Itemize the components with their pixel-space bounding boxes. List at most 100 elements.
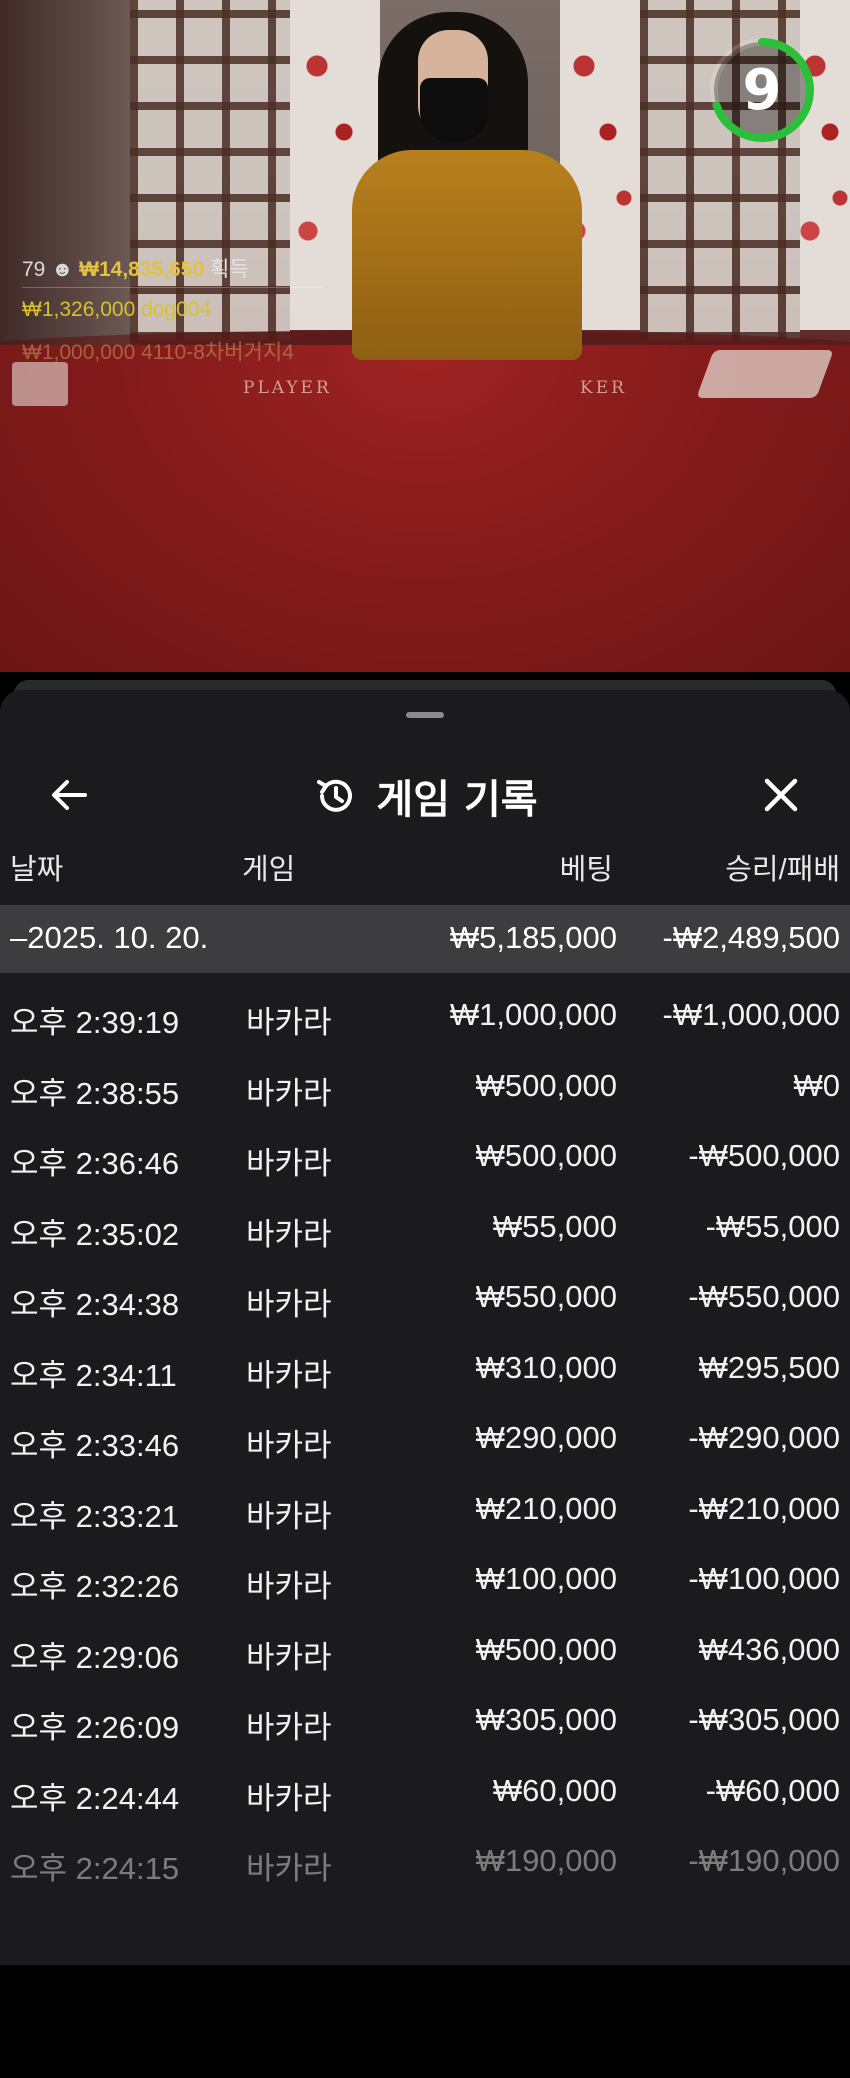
table-row[interactable]: 오후 2:33:46 바카라 ₩290,000 -₩290,000	[0, 1398, 850, 1469]
row-result: -₩550,000	[688, 1279, 840, 1314]
row-time: 오후 2:34:11	[10, 1357, 177, 1393]
table-row[interactable]: 오후 2:34:11 바카라 ₩310,000 ₩295,500	[0, 1328, 850, 1399]
row-bet: ₩1,000,000	[449, 997, 617, 1032]
row-bet: ₩550,000	[475, 1279, 617, 1314]
row-time: 오후 2:38:55	[10, 1075, 180, 1111]
row-game: 바카라	[246, 1075, 332, 1111]
table-row[interactable]: 오후 2:35:02 바카라 ₩55,000 -₩55,000	[0, 1187, 850, 1258]
row-time: 오후 2:24:44	[10, 1780, 180, 1816]
table-label-player: PLAYER	[243, 378, 332, 398]
row-result: ₩0	[793, 1067, 841, 1103]
row-result: -₩190,000	[688, 1843, 840, 1878]
table-row[interactable]: 오후 2:39:19 바카라 ₩1,000,000 -₩1,000,000	[0, 975, 850, 1046]
close-icon	[764, 778, 798, 812]
row-bet: ₩100,000	[475, 1561, 617, 1596]
table-row[interactable]: 오후 2:26:09 바카라 ₩305,000 -₩305,000	[0, 1680, 850, 1751]
won-label: 획득	[209, 258, 249, 281]
table-row[interactable]: 오후 2:36:46 바카라 ₩500,000 -₩500,000	[0, 1116, 850, 1187]
row-bet: ₩500,000	[475, 1067, 617, 1103]
column-header-game: 게임	[242, 854, 296, 886]
game-history-sheet: 게임 기록 날짜 게임 베팅 승리/패배 –2025. 10. 20. ₩5,1…	[0, 690, 850, 1965]
table-label-banker: KER	[580, 378, 627, 398]
row-result: -₩210,000	[688, 1490, 840, 1526]
bottom-safe-area	[0, 1965, 850, 2078]
row-result: -₩290,000	[688, 1420, 840, 1455]
row-game: 바카라	[246, 1710, 332, 1745]
person-icon: ☻	[51, 258, 74, 281]
ticker-divider	[22, 287, 322, 288]
row-time: 오후 2:33:46	[10, 1428, 180, 1463]
column-header-bet: 베팅	[559, 854, 613, 886]
row-game: 바카라	[246, 1287, 332, 1322]
row-result: -₩55,000	[705, 1208, 840, 1244]
row-bet: ₩190,000	[475, 1843, 617, 1878]
table-row[interactable]: 오후 2:29:06 바카라 ₩500,000 ₩436,000	[0, 1610, 850, 1681]
row-result: ₩436,000	[698, 1631, 840, 1667]
row-time: 오후 2:36:46	[10, 1146, 180, 1181]
row-game: 바카라	[246, 1428, 332, 1463]
row-bet: ₩60,000	[492, 1772, 617, 1808]
table-row[interactable]: 오후 2:38:55 바카라 ₩500,000 ₩0	[0, 1046, 850, 1117]
column-header-result: 승리/패배	[725, 854, 840, 886]
row-time: 오후 2:33:21	[10, 1498, 180, 1534]
card-shoe	[696, 350, 834, 398]
summary-bet-total: ₩5,185,000	[449, 920, 617, 955]
table-row[interactable]: 오후 2:33:21 바카라 ₩210,000 -₩210,000	[0, 1469, 850, 1540]
drag-handle[interactable]	[406, 712, 444, 718]
row-time: 오후 2:39:19	[10, 1005, 180, 1040]
table-row[interactable]: 오후 2:24:44 바카라 ₩60,000 -₩60,000	[0, 1751, 850, 1822]
row-time: 오후 2:34:38	[10, 1287, 180, 1322]
row-bet: ₩55,000	[492, 1208, 617, 1244]
row-result: -₩305,000	[688, 1702, 840, 1737]
summary-result-total: -₩2,489,500	[662, 920, 841, 955]
dealer-mask	[420, 78, 488, 142]
column-header-date: 날짜	[10, 854, 64, 886]
row-game: 바카라	[246, 1005, 332, 1040]
winner-entry: ₩1,000,000 4110-8차버거지4	[22, 341, 294, 364]
row-game: 바카라	[246, 1216, 332, 1252]
summary-date: –2025. 10. 20.	[10, 920, 209, 955]
winner-entry: ₩1,326,000 dog004	[22, 298, 212, 321]
row-game: 바카라	[246, 1851, 332, 1886]
row-bet: ₩500,000	[475, 1631, 617, 1667]
total-won-amount: ₩14,835,650	[79, 258, 205, 281]
close-button[interactable]	[756, 770, 806, 820]
row-time: 오후 2:35:02	[10, 1216, 180, 1252]
row-result: -₩60,000	[705, 1772, 840, 1808]
row-bet: ₩500,000	[475, 1138, 617, 1173]
row-time: 오후 2:29:06	[10, 1639, 180, 1675]
row-result: -₩500,000	[688, 1138, 840, 1173]
sheet-title-group: 게임 기록	[0, 766, 850, 826]
history-icon	[317, 779, 353, 812]
live-video-stream: PLAYER KER 79 ☻ ₩14,835,650 획득 ₩1,326,00…	[0, 0, 850, 672]
row-game: 바카라	[246, 1639, 332, 1675]
table-row[interactable]: 오후 2:32:26 바카라 ₩100,000 -₩100,000	[0, 1539, 850, 1610]
row-time: 오후 2:24:15	[10, 1851, 180, 1886]
table-header: 날짜 게임 베팅 승리/패배	[0, 840, 850, 890]
winner-count: 79	[22, 258, 46, 281]
row-game: 바카라	[246, 1357, 332, 1393]
history-list: 오후 2:39:19 바카라 ₩1,000,000 -₩1,000,000 오후 2:…	[0, 975, 850, 1892]
row-time: 오후 2:26:09	[10, 1710, 180, 1745]
table-row[interactable]: 오후 2:34:38 바카라 ₩550,000 -₩550,000	[0, 1257, 850, 1328]
row-game: 바카라	[246, 1146, 332, 1181]
row-game: 바카라	[246, 1569, 332, 1604]
decorative-lattice-screen	[130, 0, 290, 340]
dealer	[352, 150, 582, 360]
row-game: 바카라	[246, 1780, 332, 1816]
row-bet: ₩305,000	[475, 1702, 617, 1737]
row-result: -₩100,000	[688, 1561, 840, 1596]
card-tray	[12, 362, 68, 406]
sheet-title: 게임 기록	[376, 777, 538, 823]
date-group-summary-row[interactable]: –2025. 10. 20. ₩5,185,000 -₩2,489,500	[0, 905, 850, 973]
row-time: 오후 2:32:26	[10, 1569, 180, 1604]
row-bet: ₩290,000	[475, 1420, 617, 1455]
row-game: 바카라	[246, 1498, 332, 1534]
winners-ticker-line: 79 ☻ ₩14,835,650 획득	[22, 253, 249, 283]
table-row[interactable]: 오후 2:24:15 바카라 ₩190,000 -₩190,000	[0, 1821, 850, 1892]
row-bet: ₩210,000	[475, 1490, 617, 1526]
row-bet: ₩310,000	[475, 1349, 617, 1385]
countdown-timer-value: 9	[742, 57, 782, 123]
row-result: -₩1,000,000	[662, 997, 841, 1032]
row-result: ₩295,500	[698, 1349, 840, 1385]
